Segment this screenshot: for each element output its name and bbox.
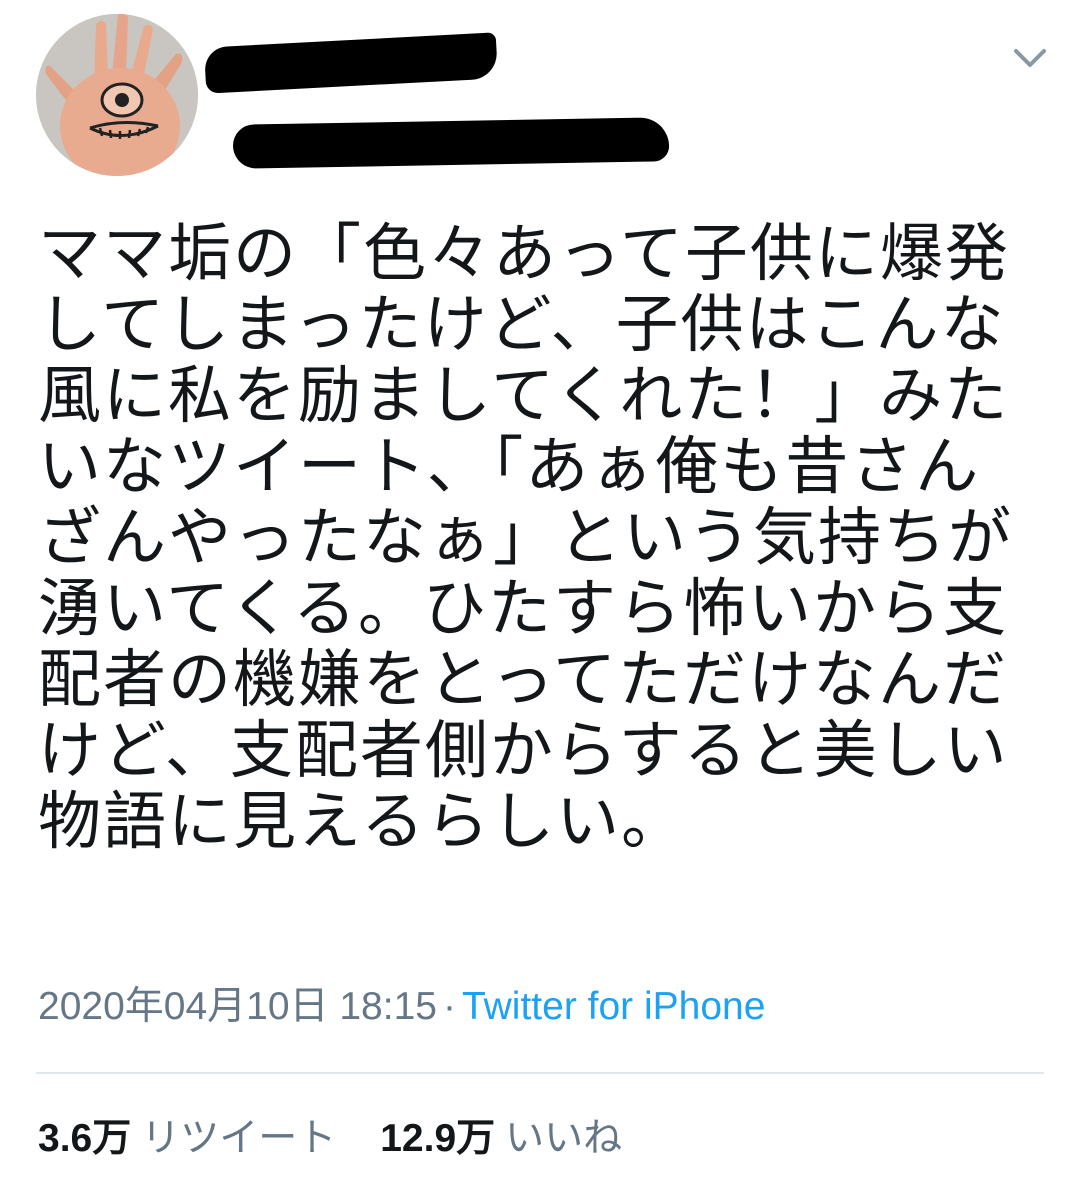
tweet-meta: 2020年04月10日 18:15 · Twitter for iPhone <box>38 982 765 1032</box>
tweet-text: ママ垢の「色々あって子供に爆発 してしまったけど、子供はこんな 風に私を励まして… <box>38 217 1013 858</box>
tweet-source-link[interactable]: Twitter for iPhone <box>462 985 765 1028</box>
divider <box>36 1072 1044 1074</box>
retweets-label: リツイート <box>141 1117 337 1160</box>
redacted-display-name <box>203 32 499 94</box>
avatar[interactable] <box>36 14 198 176</box>
avatar-hand-image <box>36 14 198 176</box>
tweet-stats: 3.6万 リツイート 12.9万 いいね <box>38 1114 622 1164</box>
chevron-down-icon[interactable] <box>1010 42 1050 72</box>
likes-count: 12.9万 <box>380 1117 496 1160</box>
retweets-count: 3.6万 <box>38 1117 132 1160</box>
likes-stat[interactable]: 12.9万 いいね <box>380 1117 622 1160</box>
redacted-username <box>232 117 670 169</box>
likes-label: いいね <box>505 1117 623 1160</box>
tweet-timestamp[interactable]: 2020年04月10日 18:15 <box>38 985 437 1028</box>
retweets-stat[interactable]: 3.6万 リツイート <box>38 1117 336 1160</box>
meta-separator: · <box>442 985 456 1028</box>
